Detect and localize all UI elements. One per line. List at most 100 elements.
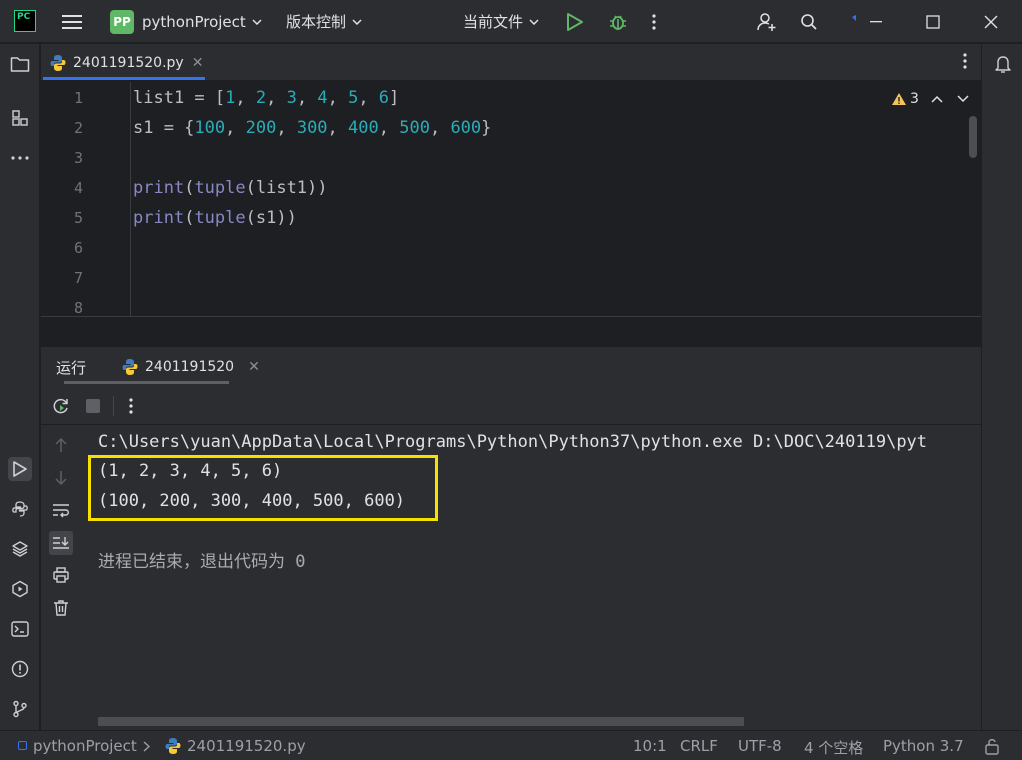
scroll-to-end-icon — [53, 537, 69, 549]
play-icon — [567, 12, 583, 31]
layers-icon — [12, 541, 28, 557]
code-token: , — [225, 118, 246, 138]
maximize-button[interactable] — [926, 0, 940, 43]
add-user-icon — [757, 12, 776, 31]
minimize-button[interactable] — [850, 0, 884, 43]
run-button[interactable] — [566, 0, 584, 43]
editor-tab-label: 2401191520.py — [73, 54, 184, 71]
code-token: , — [266, 88, 287, 108]
python-interpreter[interactable]: Python 3.7 — [883, 737, 964, 755]
chevron-down-icon — [529, 18, 539, 25]
line-separator[interactable]: CRLF — [680, 737, 718, 755]
indent-setting[interactable]: 4 个空格 — [804, 737, 863, 758]
code-line: s1 = {100, 200, 300, 400, 500, 600} — [133, 113, 491, 143]
code-token: 200 — [245, 118, 277, 138]
breadcrumb-file[interactable]: 2401191520.py — [187, 737, 306, 755]
code-token: 3 — [286, 88, 297, 108]
code-token: list1 = [ — [133, 88, 226, 108]
debug-button[interactable] — [608, 0, 628, 43]
project-tool-button[interactable] — [8, 52, 32, 76]
search-button[interactable] — [800, 0, 818, 43]
project-name: pythonProject — [142, 12, 246, 31]
warning-count: 3 — [910, 91, 919, 107]
project-module-icon — [18, 741, 27, 750]
clear-console-button[interactable] — [49, 596, 73, 620]
code-line: print(tuple(s1)) — [133, 203, 297, 233]
line-number: 7 — [73, 269, 83, 287]
warning-icon — [892, 93, 906, 105]
code-token: 100 — [194, 118, 226, 138]
run-more-button[interactable] — [119, 394, 143, 418]
problems-icon — [11, 660, 29, 678]
run-tab-label: 2401191520 — [145, 359, 235, 375]
python-file-icon — [50, 54, 66, 71]
more-vertical-icon — [129, 398, 133, 414]
vcs-selector[interactable]: 版本控制 — [286, 0, 362, 43]
run-console[interactable]: C:\Users\yuan\AppData\Local\Programs\Pyt… — [82, 425, 981, 730]
close-window-button[interactable] — [984, 0, 998, 43]
caret-position[interactable]: 10:1 — [633, 737, 667, 755]
print-button[interactable] — [49, 563, 73, 587]
code-token: , — [429, 118, 451, 138]
services-tool-button[interactable] — [8, 577, 32, 601]
scroll-up-button[interactable] — [49, 433, 73, 457]
console-exit-message: 进程已结束，退出代码为 0 — [98, 552, 306, 572]
pycharm-logo-icon[interactable]: PC — [14, 10, 36, 32]
maximize-icon — [926, 14, 940, 29]
more-actions-button[interactable] — [652, 0, 656, 43]
account-button[interactable] — [757, 0, 777, 43]
tab-close-icon[interactable]: ✕ — [192, 55, 204, 71]
python-file-icon — [165, 738, 181, 754]
chevron-right-icon — [143, 741, 150, 752]
line-number: 3 — [73, 149, 83, 167]
git-tool-button[interactable] — [8, 697, 32, 721]
breadcrumb-project[interactable]: pythonProject — [33, 737, 137, 755]
project-selector[interactable]: PP pythonProject — [110, 0, 262, 43]
code-editor[interactable]: 12345678 list1 = [1, 2, 3, 4, 5, 6] s1 = … — [41, 82, 981, 316]
run-config-selector[interactable]: 当前文件 — [463, 0, 539, 43]
more-tools-button[interactable] — [8, 146, 32, 170]
chevron-down-icon[interactable] — [957, 95, 969, 103]
rerun-button[interactable] — [49, 394, 73, 418]
scroll-to-end-button[interactable] — [49, 531, 73, 555]
more-vertical-icon — [963, 53, 967, 69]
code-token: , — [358, 88, 379, 108]
structure-tool-button[interactable] — [8, 106, 32, 130]
main-menu-button[interactable] — [62, 0, 82, 43]
code-token: , — [276, 118, 297, 138]
code-line: print(tuple(list1)) — [133, 173, 328, 203]
chevron-up-icon[interactable] — [931, 95, 943, 103]
python-packages-button[interactable] — [8, 537, 32, 561]
editor-tab-file[interactable]: 2401191520.py ✕ — [41, 44, 211, 81]
soft-wrap-button[interactable] — [49, 498, 73, 522]
project-badge: PP — [110, 9, 134, 34]
gutter-divider — [130, 82, 131, 316]
file-encoding[interactable]: UTF-8 — [738, 737, 782, 755]
left-tool-stripe — [0, 44, 40, 730]
inspection-widget[interactable]: 3 — [891, 88, 969, 110]
line-number: 1 — [73, 89, 83, 107]
stop-button[interactable] — [81, 394, 105, 418]
line-number: 5 — [73, 209, 83, 227]
run-tool-button[interactable] — [8, 457, 32, 481]
python-console-button[interactable] — [8, 497, 32, 521]
hamburger-icon — [62, 14, 82, 29]
tab-close-icon[interactable]: ✕ — [248, 359, 260, 375]
code-token: 500 — [399, 118, 430, 138]
lock-icon[interactable] — [984, 737, 1000, 755]
services-icon — [12, 580, 28, 598]
panel-splitter[interactable] — [41, 316, 981, 346]
editor-scrollbar[interactable] — [969, 116, 977, 158]
minimize-icon — [852, 14, 882, 22]
problems-tool-button[interactable] — [8, 657, 32, 681]
console-side-toolbar — [41, 425, 82, 730]
tab-actions-button[interactable] — [963, 53, 967, 69]
notifications-button[interactable] — [991, 52, 1015, 76]
console-horizontal-scrollbar[interactable] — [98, 717, 744, 726]
terminal-tool-button[interactable] — [8, 617, 32, 641]
scroll-down-button[interactable] — [49, 466, 73, 490]
code-token: 1 — [225, 88, 236, 108]
bell-icon — [995, 56, 1011, 73]
code-token: print — [133, 178, 185, 198]
code-token: 300 — [296, 118, 328, 138]
